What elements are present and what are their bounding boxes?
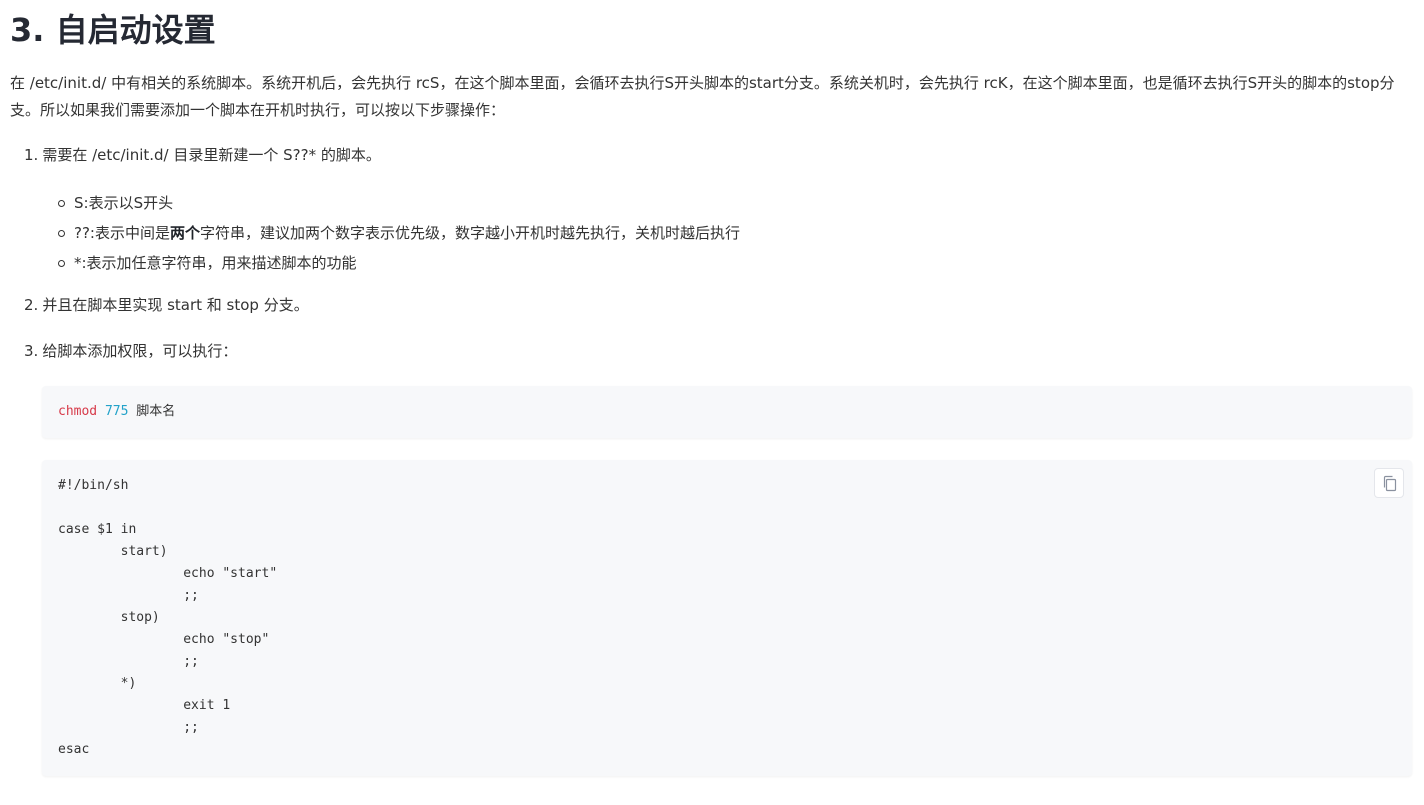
bullet-list: S:表示以S开头 ??:表示中间是两个字符串，建议加两个数字表示优先级，数字越小… xyxy=(56,190,740,280)
step-text: 并且在脚本里实现 start 和 stop 分支。 xyxy=(42,296,309,314)
code-line: echo "stop" xyxy=(58,632,270,647)
step-3: 3. 给脚本添加权限，可以执行： xyxy=(24,339,237,363)
intro-paragraph: 在 /etc/init.d/ 中有相关的系统脚本。系统开机后，会先执行 rcS，… xyxy=(10,74,1395,119)
step-number: 3. xyxy=(24,342,39,360)
code-line: #!/bin/sh xyxy=(58,478,129,493)
bullet-icon xyxy=(58,200,65,207)
bullet-text: *:表示加任意字符串，用来描述脚本的功能 xyxy=(74,254,357,272)
code-command: chmod xyxy=(58,404,98,419)
code-block-script[interactable]: #!/bin/sh case $1 in start) echo "start"… xyxy=(42,460,1412,776)
code-line: chmod 775 脚本名 xyxy=(58,401,175,423)
code-line: echo "start" xyxy=(58,566,278,581)
code-line: ;; xyxy=(58,654,199,669)
bullet-text-pre: ??:表示中间是 xyxy=(74,224,170,242)
code-line: start) xyxy=(58,544,168,559)
code-line: ;; xyxy=(58,720,199,735)
code-line: exit 1 xyxy=(58,698,231,713)
code-argument: 脚本名 xyxy=(136,404,176,419)
step-text: 给脚本添加权限，可以执行： xyxy=(42,342,238,360)
section-title: 3. 自启动设置 xyxy=(10,11,216,49)
list-item: *:表示加任意字符串，用来描述脚本的功能 xyxy=(56,250,740,280)
copy-icon xyxy=(1383,475,1397,492)
copy-button[interactable] xyxy=(1374,468,1404,498)
step-1: 1. 需要在 /etc/init.d/ 目录里新建一个 S??* 的脚本。 xyxy=(24,143,381,167)
code-line: stop) xyxy=(58,610,160,625)
list-item: ??:表示中间是两个字符串，建议加两个数字表示优先级，数字越小开机时越先执行，关… xyxy=(56,220,740,250)
bullet-icon xyxy=(58,260,65,267)
bullet-text-bold: 两个 xyxy=(169,224,200,242)
step-2: 2. 并且在脚本里实现 start 和 stop 分支。 xyxy=(24,293,309,317)
code-line: esac xyxy=(58,742,90,757)
code-block-chmod[interactable]: chmod 775 脚本名 xyxy=(42,386,1412,438)
step-number: 1. xyxy=(24,146,39,164)
list-item: S:表示以S开头 xyxy=(56,190,740,220)
bullet-text: S:表示以S开头 xyxy=(74,194,174,212)
code-number: 775 xyxy=(104,404,129,419)
bullet-text-post: 字符串，建议加两个数字表示优先级，数字越小开机时越先执行，关机时越后执行 xyxy=(200,224,741,242)
code-line: *) xyxy=(58,676,137,691)
code-line: ;; xyxy=(58,588,199,603)
bullet-icon xyxy=(58,230,65,237)
step-text: 需要在 /etc/init.d/ 目录里新建一个 S??* 的脚本。 xyxy=(42,146,381,164)
code-line: case $1 in xyxy=(58,522,137,537)
step-number: 2. xyxy=(24,296,39,314)
